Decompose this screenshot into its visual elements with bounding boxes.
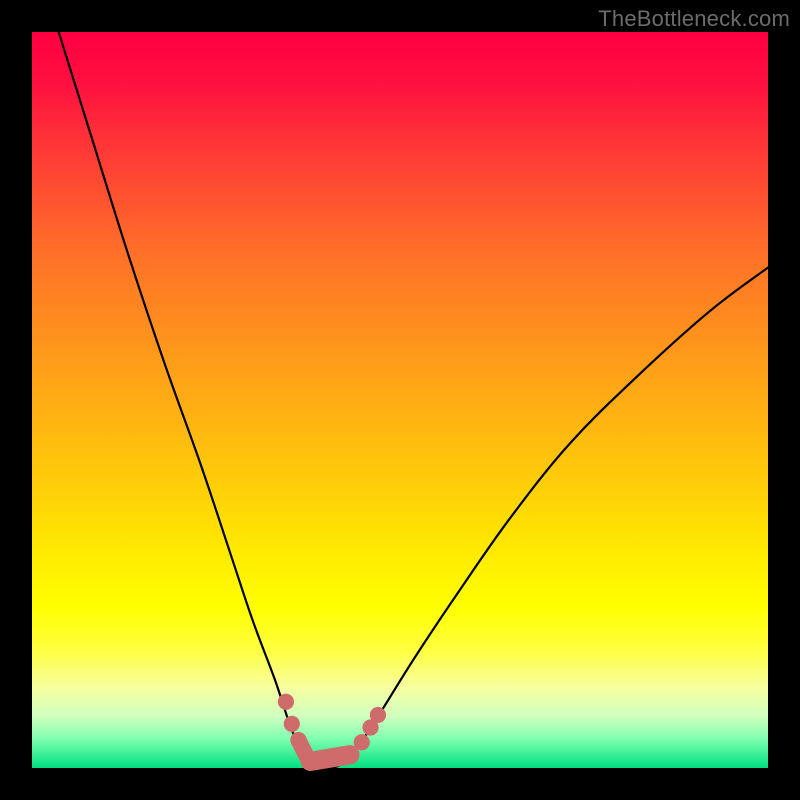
marker-dot xyxy=(284,716,300,732)
bottleneck-curve xyxy=(32,32,768,768)
plot-area xyxy=(32,32,768,768)
marker-segment xyxy=(310,755,350,762)
marker-dot xyxy=(278,694,294,710)
marker-dot xyxy=(370,707,386,723)
watermark-text: TheBottleneck.com xyxy=(598,6,790,32)
chart-frame: TheBottleneck.com xyxy=(0,0,800,800)
marker-segment xyxy=(298,740,305,755)
